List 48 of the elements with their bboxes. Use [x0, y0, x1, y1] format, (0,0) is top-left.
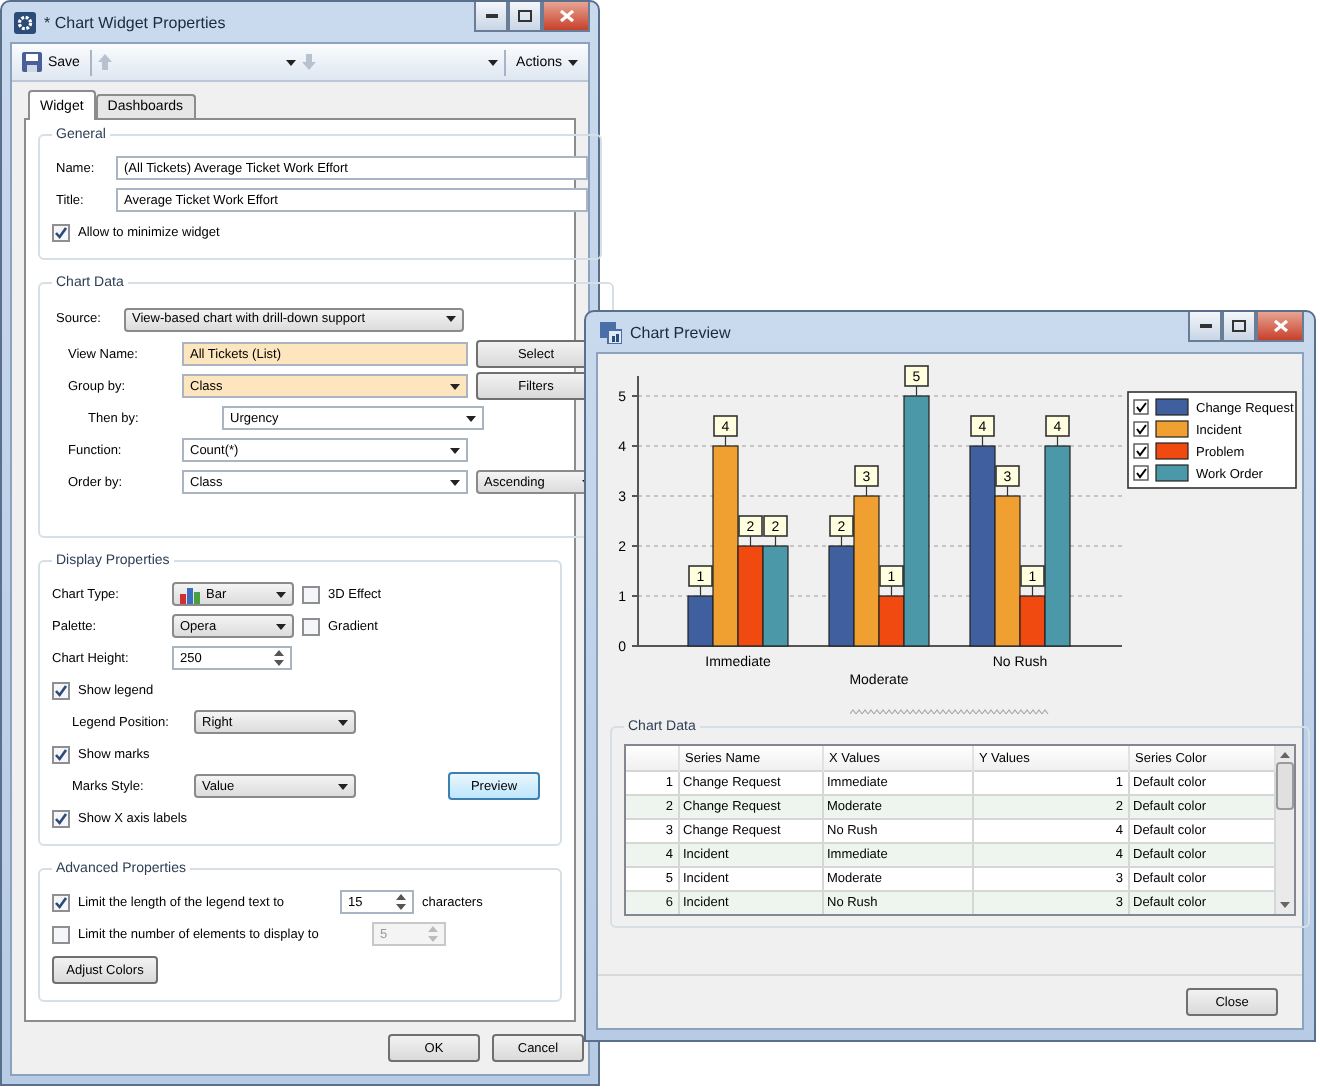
caret-icon: [450, 383, 460, 389]
checkbox[interactable]: [302, 585, 320, 603]
close-button[interactable]: [542, 2, 590, 32]
legend-checkbox[interactable]: [1133, 421, 1149, 437]
legend-checkbox[interactable]: [1133, 465, 1149, 481]
chart-bar: [762, 545, 789, 647]
close-button[interactable]: [1256, 312, 1304, 342]
window-title: Chart Preview: [630, 323, 731, 341]
checkbox[interactable]: [52, 809, 70, 827]
caret-icon: [276, 623, 286, 629]
maximize-button[interactable]: [1222, 312, 1256, 342]
spin-arrows-icon: [274, 650, 284, 666]
checkbox[interactable]: [52, 681, 70, 699]
maximize-icon: [1232, 320, 1246, 332]
minimize-button[interactable]: [1188, 312, 1222, 342]
caret-icon: [568, 59, 578, 65]
checkbox[interactable]: [302, 617, 320, 635]
legend-checkbox[interactable]: [1133, 399, 1149, 415]
checkbox[interactable]: [52, 223, 70, 241]
checkbox[interactable]: [52, 745, 70, 763]
minimize-icon: [485, 14, 497, 18]
legend-checkbox[interactable]: [1133, 443, 1149, 459]
spin-arrows-icon: [428, 926, 438, 942]
close-icon: [559, 10, 573, 22]
chart-window-icon: [600, 321, 622, 343]
scroll-down-icon[interactable]: [1279, 902, 1289, 908]
window-title: * Chart Widget Properties: [44, 13, 226, 31]
caret-icon: [338, 783, 348, 789]
caret-icon: [466, 415, 476, 421]
caret-icon: [450, 447, 460, 453]
minimize-icon: [1199, 324, 1211, 328]
caret-icon: [450, 479, 460, 485]
spin-arrows-icon: [396, 894, 406, 910]
gear-icon: [14, 11, 36, 33]
close-icon: [1273, 320, 1287, 332]
minimize-button[interactable]: [474, 2, 508, 32]
checkbox[interactable]: [52, 893, 70, 911]
caret-icon: [276, 591, 286, 597]
caret-icon: [446, 316, 456, 322]
caret-icon: [488, 59, 499, 65]
splitter-grip[interactable]: [850, 708, 1050, 716]
scroll-up-icon[interactable]: [1279, 752, 1289, 758]
caret-icon: [285, 59, 295, 65]
caret-icon: [338, 719, 348, 725]
maximize-button[interactable]: [508, 2, 542, 32]
bar-chart-icon: [180, 585, 200, 603]
maximize-icon: [518, 10, 532, 22]
save-icon: [22, 52, 42, 72]
